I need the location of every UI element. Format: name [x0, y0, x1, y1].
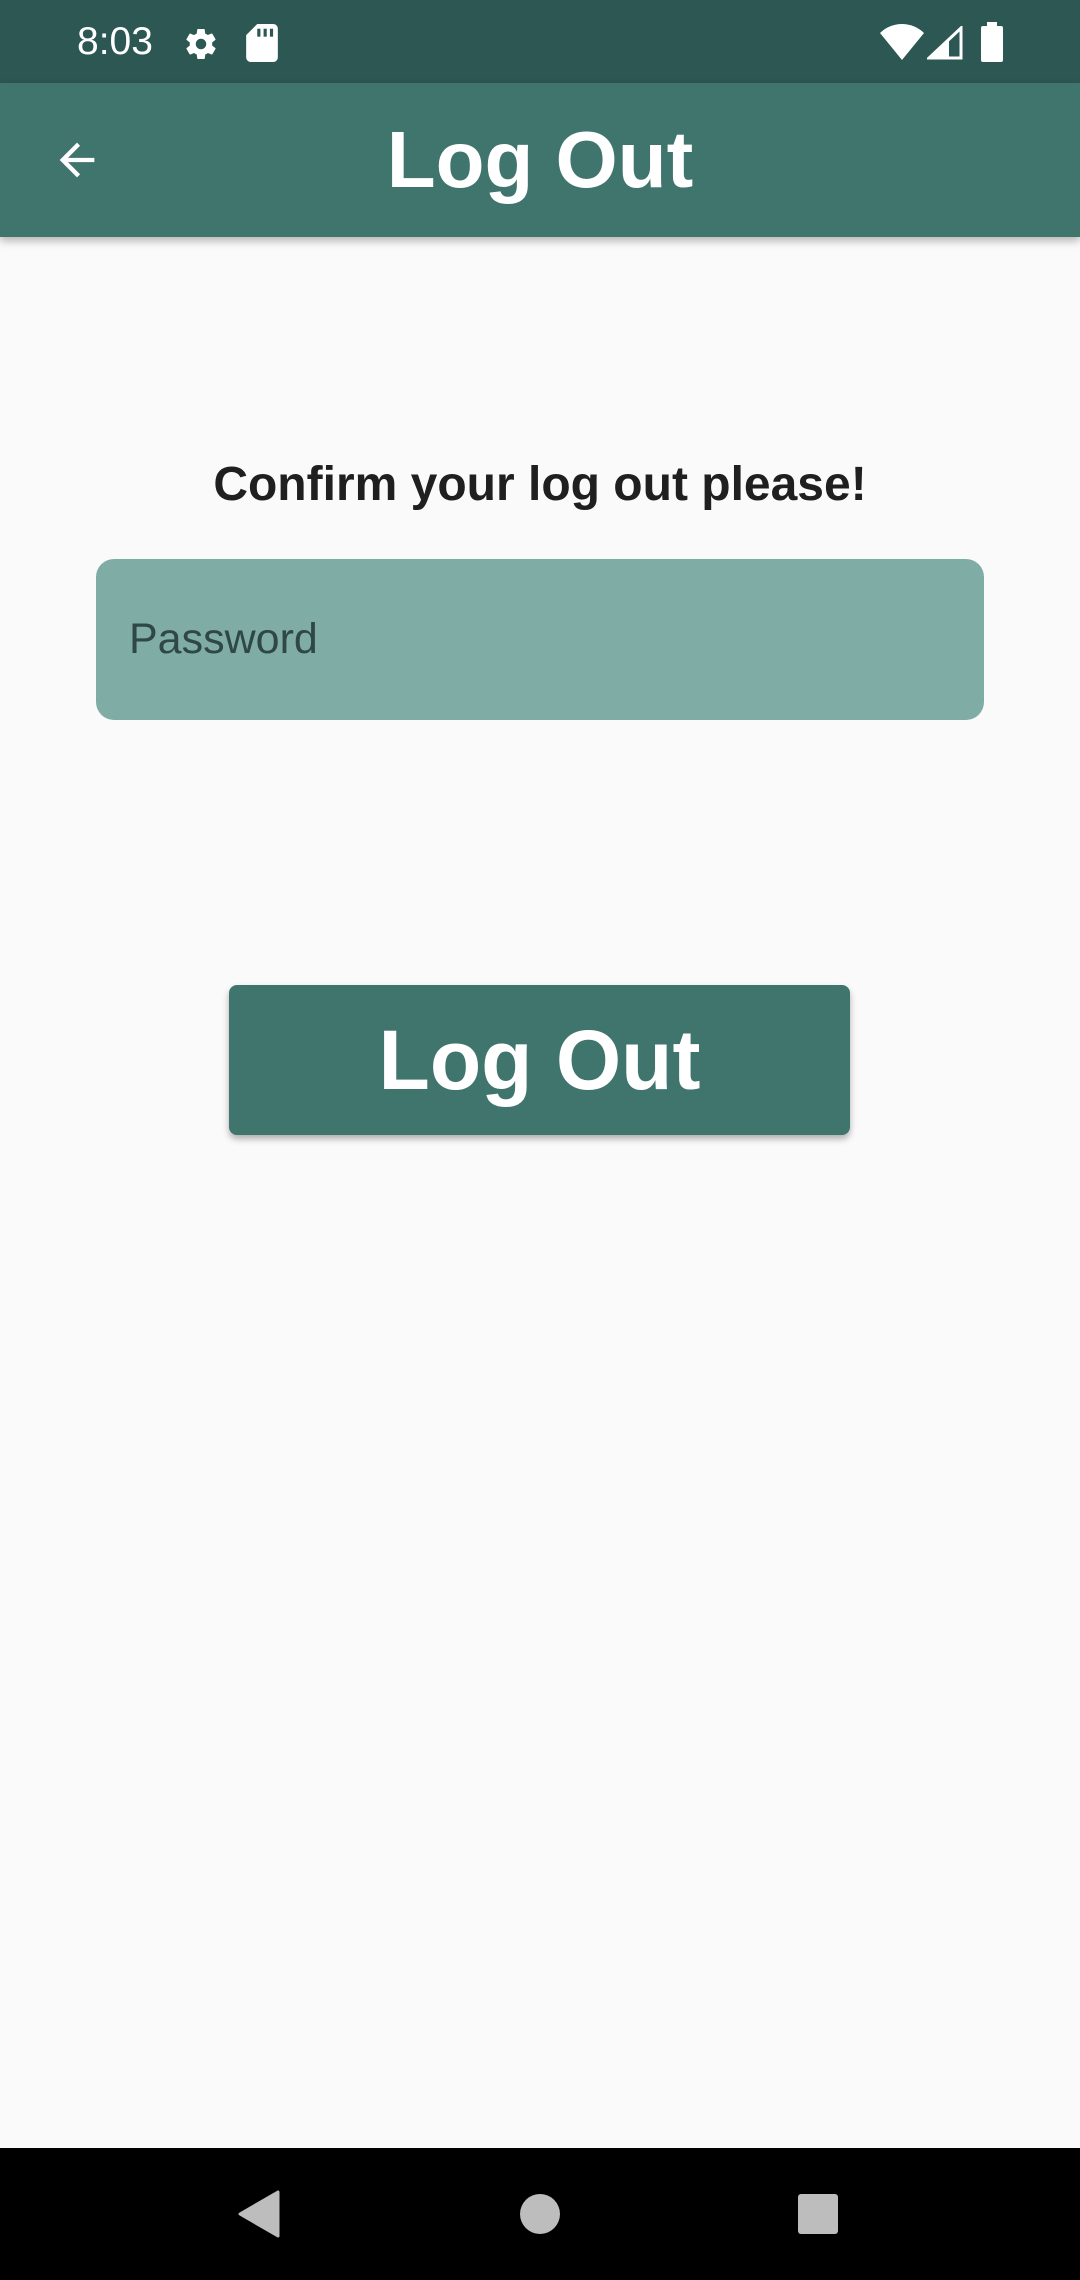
- recents-square-icon: [798, 2194, 838, 2234]
- status-bar: 8:03: [0, 0, 1080, 83]
- app-bar: Log Out: [0, 83, 1080, 237]
- logout-prompt: Confirm your log out please!: [213, 458, 867, 511]
- battery-icon: [981, 22, 1003, 62]
- sd-card-icon: [246, 24, 278, 62]
- nav-recents-button[interactable]: [770, 2166, 866, 2262]
- status-time: 8:03: [77, 20, 153, 63]
- password-input[interactable]: [96, 559, 984, 720]
- logout-button[interactable]: Log Out: [229, 985, 850, 1135]
- wifi-icon: [880, 24, 924, 60]
- arrow-back-icon: [59, 142, 95, 178]
- system-nav-bar: [0, 2148, 1080, 2280]
- gear-icon: [186, 29, 216, 60]
- home-circle-icon: [520, 2194, 560, 2234]
- nav-back-button[interactable]: [210, 2166, 306, 2262]
- back-triangle-icon: [238, 2190, 280, 2238]
- nav-home-button[interactable]: [492, 2166, 588, 2262]
- cell-signal-icon: [927, 26, 963, 60]
- page-title: Log Out: [386, 115, 694, 204]
- back-button[interactable]: [32, 120, 122, 200]
